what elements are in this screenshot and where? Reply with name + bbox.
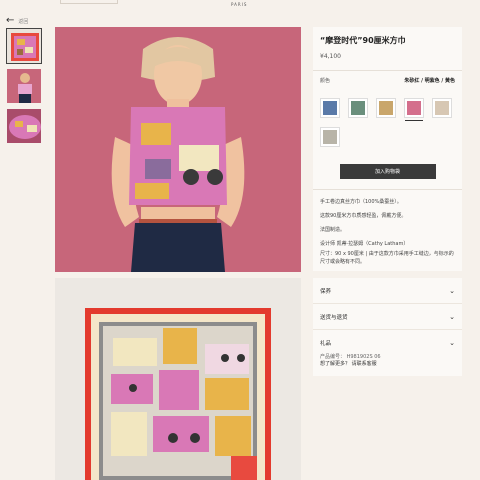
ref-label: 产品编号： xyxy=(320,354,346,360)
header-logo-box xyxy=(60,0,118,4)
chevron-down-icon: ⌄ xyxy=(449,286,455,295)
back-link[interactable]: ← 返回 xyxy=(6,16,28,26)
thumbnail-model-detail[interactable] xyxy=(6,108,42,144)
divider xyxy=(313,189,462,190)
accordion-gift-label: 礼品 xyxy=(320,341,332,347)
color-swatch-6[interactable] xyxy=(320,127,340,147)
color-swatches xyxy=(320,98,455,147)
back-label: 返回 xyxy=(18,18,29,25)
color-swatch-3[interactable] xyxy=(376,98,396,118)
more-row: 想了解更多？ 请联系客服 xyxy=(320,361,455,368)
thumbnail-model-front[interactable] xyxy=(6,68,42,104)
color-swatch-5[interactable] xyxy=(432,98,452,118)
desc-size: 尺寸：90 x 90厘米 | 由于这款方巾采用手工缝边，与标示的尺寸或会略有不同… xyxy=(320,251,454,265)
color-row: 颜色 朱砂红 / 明紫色 / 黄色 xyxy=(320,77,455,84)
desc-designer: 设计师 凯蒂·拉瑟姆（Cathy Latham） xyxy=(320,241,409,247)
arrow-left-icon: ← xyxy=(6,15,15,26)
hero-image xyxy=(55,27,301,272)
contact-link[interactable]: 请联系客服 xyxy=(352,361,377,367)
accordion-delivery-label: 送货与退货 xyxy=(320,314,348,321)
chevron-down-icon: ⌄ xyxy=(449,339,455,347)
accordion-care[interactable]: 保养 ⌄ xyxy=(313,278,462,304)
desc-material: 手工卷边真丝方巾（100%桑蚕丝）。 xyxy=(320,199,402,205)
product-price: ¥4,100 xyxy=(320,53,341,60)
chevron-down-icon: ⌄ xyxy=(449,312,455,321)
product-description: 手工卷边真丝方巾（100%桑蚕丝）。 这款90厘米方巾质感轻盈，佩戴方便。 法国… xyxy=(320,198,455,266)
thumbnail-scarf[interactable] xyxy=(6,28,42,64)
accordion-care-label: 保养 xyxy=(320,288,332,295)
scarf-flat-image xyxy=(55,278,301,480)
ref-row: 产品编号： H981902S 06 xyxy=(320,354,455,361)
divider xyxy=(313,70,462,71)
color-label: 颜色 xyxy=(320,78,331,84)
color-swatch-4-selected[interactable] xyxy=(404,98,424,121)
more-label: 想了解更多？ xyxy=(320,361,351,367)
product-title: “摩登时代”90厘米方巾 xyxy=(320,36,406,45)
add-to-cart-button[interactable]: 加入购物袋 xyxy=(339,164,436,179)
desc-origin: 法国制造。 xyxy=(320,227,346,233)
color-value: 朱砂红 / 明紫色 / 黄色 xyxy=(404,78,455,84)
product-info-panel: “摩登时代”90厘米方巾 ¥4,100 颜色 朱砂红 / 明紫色 / 黄色 加入… xyxy=(313,27,462,271)
thumbnail-list xyxy=(6,28,42,148)
color-swatch-2[interactable] xyxy=(348,98,368,118)
desc-feature: 这款90厘米方巾质感轻盈，佩戴方便。 xyxy=(320,213,407,219)
brand-subtitle: PARIS xyxy=(231,2,248,7)
product-details: 产品编号： H981902S 06 想了解更多？ 请联系客服 xyxy=(313,348,462,376)
ref-value: H981902S 06 xyxy=(346,354,381,360)
accordion-delivery[interactable]: 送货与退货 ⌄ xyxy=(313,304,462,330)
color-swatch-1[interactable] xyxy=(320,98,340,118)
